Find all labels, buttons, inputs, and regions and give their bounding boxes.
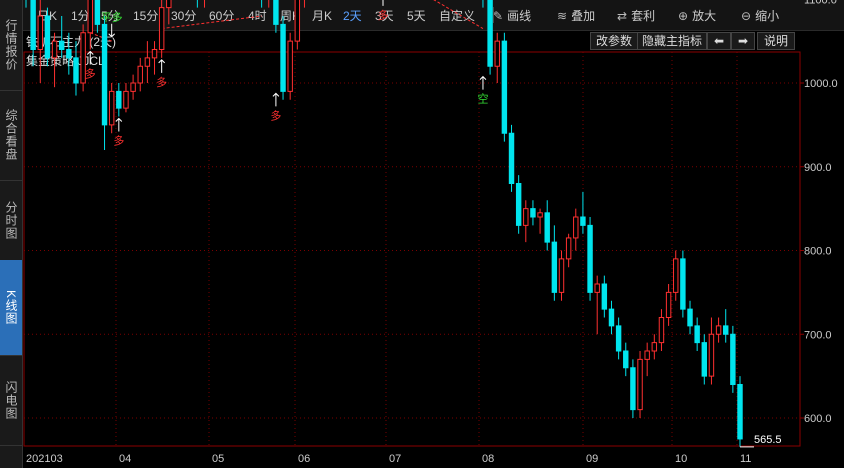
- candle-body: [137, 65, 143, 84]
- y-tick-label: 800.0: [804, 246, 832, 258]
- x-tick-label: 07: [389, 453, 401, 465]
- candle-body: [158, 7, 165, 50]
- y-tick-label: 1100.0: [804, 0, 837, 6]
- candle-body: [30, 0, 36, 50]
- x-tick-label: 11: [740, 453, 751, 465]
- candle-body: [515, 183, 522, 226]
- long-signal-label: 多: [270, 108, 281, 122]
- candle-body: [687, 308, 693, 327]
- candle-body: [101, 23, 108, 126]
- candle-body: [58, 40, 65, 50]
- candle-body: [651, 342, 658, 352]
- candle-body: [544, 212, 550, 243]
- y-tick-label: 600.0: [804, 413, 832, 425]
- candle-body: [66, 49, 72, 59]
- candle-body: [615, 325, 622, 352]
- stop-line: [433, 0, 484, 29]
- candle-body: [558, 258, 565, 293]
- candle-body: [166, 0, 172, 9]
- long-signal-label: 多: [113, 134, 124, 148]
- long-signal-label: 多: [85, 67, 96, 81]
- up-arrow-icon: [86, 50, 94, 65]
- candlestick-chart[interactable]: 600.0700.0800.0900.01000.01100.01200.013…: [0, 0, 844, 468]
- candle-body: [673, 258, 679, 293]
- up-arrow-icon: [382, 0, 384, 6]
- candle-body: [580, 216, 586, 226]
- candle-body: [523, 208, 529, 226]
- candle-body: [280, 23, 286, 92]
- candle-body: [151, 49, 158, 59]
- candle-body: [530, 208, 536, 218]
- candle-body: [94, 0, 101, 25]
- low-annotation: 565.5: [754, 434, 782, 446]
- plot-frame: [23, 51, 801, 447]
- candle-body: [487, 0, 493, 67]
- candle-body: [144, 57, 151, 67]
- flat-signal-label: 平多: [101, 10, 123, 24]
- long-signal-label: 多: [378, 8, 389, 22]
- candle-body: [44, 15, 51, 59]
- long-signal-label: 多: [156, 75, 167, 89]
- y-tick-label: 900.0: [804, 162, 832, 174]
- x-tick-label: 08: [482, 453, 494, 465]
- up-arrow-icon: [272, 92, 280, 107]
- y-tick-label: 1000.0: [804, 78, 838, 90]
- candle-body: [601, 283, 608, 310]
- candle-body: [573, 216, 579, 239]
- candle-body: [494, 40, 500, 67]
- x-tick-label: 04: [119, 453, 131, 465]
- up-arrow-icon: [115, 117, 123, 132]
- candle-body: [287, 40, 293, 92]
- candle-body: [565, 237, 572, 260]
- candle-body: [537, 212, 543, 218]
- candle-body: [587, 224, 593, 293]
- candle-body: [108, 90, 115, 126]
- candle-body: [594, 283, 600, 293]
- candle-body: [737, 384, 743, 440]
- candle-body: [51, 40, 58, 59]
- candle-body: [623, 350, 629, 369]
- candle-body: [665, 291, 672, 318]
- candle-body: [694, 325, 700, 344]
- x-tick-label: 06: [298, 453, 310, 465]
- candle-body: [508, 132, 515, 184]
- candle-body: [130, 82, 136, 92]
- candle-body: [680, 258, 686, 310]
- x-tick-label: 09: [586, 453, 598, 465]
- y-tick-label: 700.0: [804, 329, 832, 341]
- candle-body: [708, 333, 715, 377]
- candle-body: [73, 57, 79, 84]
- candle-body: [87, 0, 93, 34]
- candle-body: [273, 0, 279, 25]
- down-arrow-icon: [108, 23, 116, 38]
- candle-body: [637, 358, 643, 411]
- candle-body: [116, 90, 122, 109]
- candle-body: [551, 241, 558, 293]
- candle-body: [658, 317, 665, 344]
- candle-body: [501, 40, 508, 134]
- candle-body: [37, 15, 43, 50]
- candle-body: [701, 342, 708, 377]
- candle-body: [630, 367, 636, 411]
- candle-body: [723, 325, 729, 335]
- stop-line: [161, 15, 262, 30]
- short-signal-label: 空: [477, 92, 488, 106]
- x-tick-label: 202103: [26, 453, 63, 465]
- x-tick-label: 10: [675, 453, 687, 465]
- candle-body: [608, 308, 615, 327]
- candle-body: [123, 90, 129, 109]
- up-arrow-icon: [158, 59, 166, 73]
- candle-body: [730, 333, 736, 385]
- x-tick-label: 05: [212, 453, 224, 465]
- candle-body: [294, 0, 301, 42]
- candle-body: [644, 350, 650, 360]
- candle-body: [715, 325, 722, 335]
